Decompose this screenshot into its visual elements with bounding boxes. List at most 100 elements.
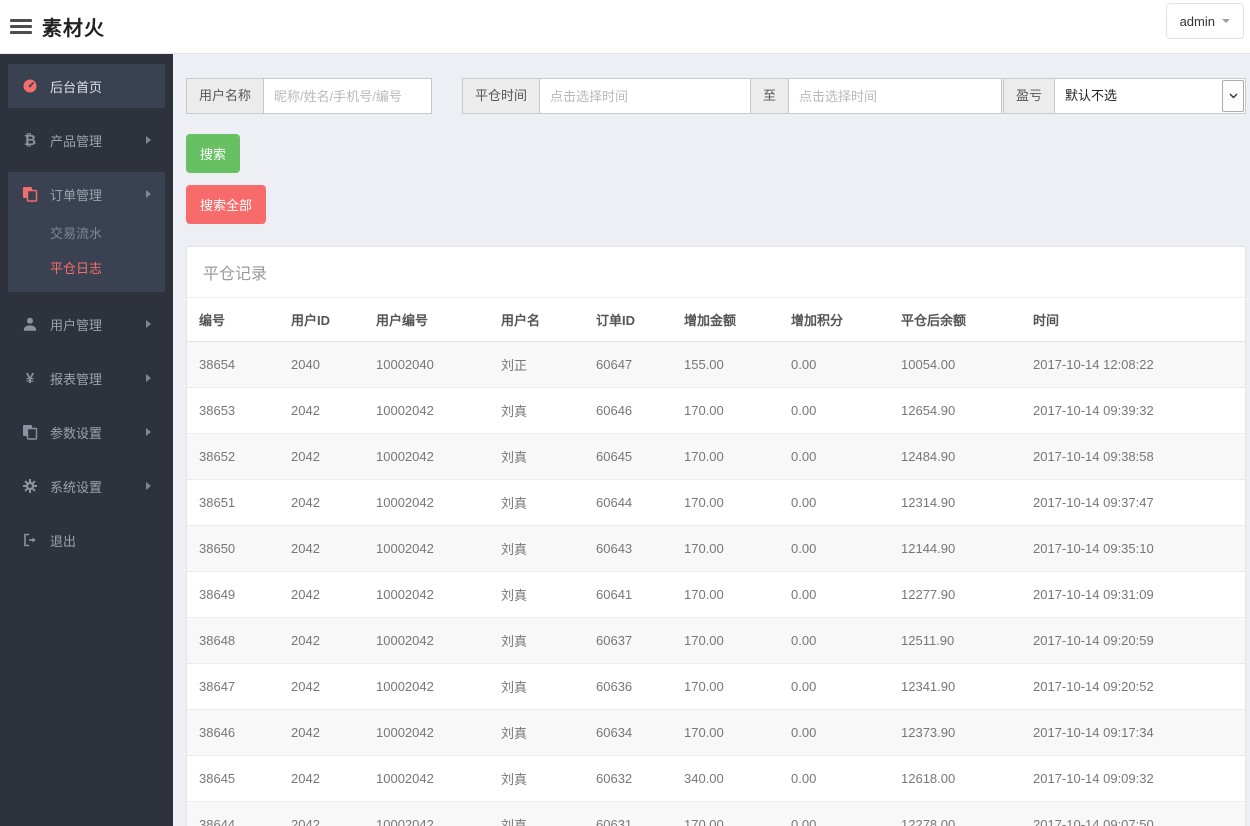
table-cell: 12277.90: [889, 571, 1021, 618]
table-row: 38646 2042 10002042 刘真 60634 170.00 0.00 12373.…: [187, 709, 1245, 756]
search-all-button[interactable]: 搜索全部: [186, 185, 267, 224]
sidebar-item-trade-flow[interactable]: 交易流水: [8, 216, 165, 251]
user-dropdown[interactable]: admin: [1165, 3, 1244, 39]
sidebar-item-system[interactable]: 系统设置: [8, 464, 165, 508]
app-window: 素材火 admin 后台首页 ₿ 产品管理 订单管理 交易流水 平仓日志 用户管…: [0, 0, 1250, 826]
table-cell: 2042: [279, 525, 364, 572]
sidebar-item-reports[interactable]: ¥ 报表管理: [8, 356, 165, 400]
table-cell: 10002042: [364, 709, 489, 756]
table-cell: 刘真: [489, 571, 584, 618]
table-column-header: 用户编号: [364, 298, 489, 342]
table-cell: 12618.00: [889, 755, 1021, 802]
table-cell: 38652: [187, 433, 279, 480]
dashboard-icon: [20, 78, 40, 94]
panel-title: 平仓记录: [203, 266, 268, 283]
table-cell: 60631: [584, 801, 672, 826]
sidebar-item-label: 产品管理: [50, 133, 103, 149]
table-row: 38653 2042 10002042 刘真 60646 170.00 0.00 12654.…: [187, 387, 1245, 434]
table-cell: 60643: [584, 525, 672, 572]
table-cell: 10002042: [364, 479, 489, 526]
table-column-header: 增加金额: [672, 298, 779, 342]
table-cell: 2042: [279, 571, 364, 618]
table-cell: 170.00: [672, 663, 779, 710]
table-cell: 2042: [279, 801, 364, 826]
sidebar-item-label: 系统设置: [50, 479, 103, 495]
sidebar-subitem-label: 交易流水: [50, 226, 103, 241]
table-cell: 0.00: [779, 433, 889, 480]
table-cell: 2042: [279, 433, 364, 480]
table-cell: 38650: [187, 525, 279, 572]
table-cell: 10002042: [364, 755, 489, 802]
table-cell: 12144.90: [889, 525, 1021, 572]
table-cell: 170.00: [672, 525, 779, 572]
table-cell: 60641: [584, 571, 672, 618]
table-column-header: 用户ID: [279, 298, 364, 342]
table-cell: 340.00: [672, 755, 779, 802]
table-cell: 刘真: [489, 755, 584, 802]
app-logo: 素材火: [42, 18, 105, 40]
table-cell: 0.00: [779, 801, 889, 826]
table-column-header: 用户名: [489, 298, 584, 342]
username-input[interactable]: [263, 78, 433, 114]
sidebar-item-label: 后台首页: [50, 79, 103, 95]
table-cell: 10002042: [364, 525, 489, 572]
table-cell: 10002042: [364, 801, 489, 826]
table-cell: 60645: [584, 433, 672, 480]
table-cell: 38651: [187, 479, 279, 526]
profit-select[interactable]: 默认不选: [1054, 78, 1246, 114]
table-cell: 2042: [279, 479, 364, 526]
table-cell: 刘真: [489, 479, 584, 526]
chevron-right-icon: [146, 428, 151, 436]
username-label: admin: [1179, 13, 1215, 29]
table-cell: 0.00: [779, 709, 889, 756]
table-cell: 刘真: [489, 801, 584, 826]
table-column-header: 平仓后余额: [889, 298, 1021, 342]
table-cell: 刘真: [489, 525, 584, 572]
table-cell: 170.00: [672, 571, 779, 618]
table-cell: 2017-10-14 09:17:34: [1021, 709, 1245, 756]
sidebar-item-close-log[interactable]: 平仓日志: [8, 251, 165, 286]
table-cell: 12278.00: [889, 801, 1021, 826]
profit-select-value: 默认不选: [1065, 88, 1118, 103]
sidebar-group-orders: 订单管理 交易流水 平仓日志: [8, 172, 165, 292]
table-cell: 60634: [584, 709, 672, 756]
sidebar-item-label: 参数设置: [50, 425, 103, 441]
sidebar-item-products[interactable]: ₿ 产品管理: [8, 118, 165, 162]
username-filter-group: 用户名称: [186, 78, 433, 114]
table-cell: 155.00: [672, 341, 779, 388]
chevron-right-icon: [146, 190, 151, 198]
table-cell: 60637: [584, 617, 672, 664]
table-cell: 38644: [187, 801, 279, 826]
hamburger-menu-icon[interactable]: [10, 16, 32, 37]
table-cell: 2017-10-14 09:20:59: [1021, 617, 1245, 664]
sidebar-item-users[interactable]: 用户管理: [8, 302, 165, 346]
table-row: 38645 2042 10002042 刘真 60632 340.00 0.00 12618.…: [187, 755, 1245, 802]
table-cell: 12373.90: [889, 709, 1021, 756]
table-cell: 170.00: [672, 479, 779, 526]
chevron-right-icon: [146, 320, 151, 328]
table-cell: 刘正: [489, 341, 584, 388]
table-cell: 2017-10-14 09:07:50: [1021, 801, 1245, 826]
chevron-right-icon: [146, 136, 151, 144]
table-cell: 12654.90: [889, 387, 1021, 434]
table-cell: 38653: [187, 387, 279, 434]
end-time-input[interactable]: [788, 78, 1003, 114]
sidebar-item-params[interactable]: 参数设置: [8, 410, 165, 454]
chevron-down-icon: [1222, 19, 1230, 23]
table-cell: 刘真: [489, 663, 584, 710]
sidebar-item-orders[interactable]: 订单管理: [8, 172, 165, 216]
yen-icon: ¥: [25, 369, 35, 387]
signout-icon: [20, 532, 40, 548]
table-cell: 60632: [584, 755, 672, 802]
table-cell: 10054.00: [889, 341, 1021, 388]
filter-toolbar: 用户名称 平仓时间 至 盈亏 默认不选: [186, 78, 1246, 114]
sidebar-item-logout[interactable]: 退出: [8, 518, 165, 562]
table-cell: 刘真: [489, 433, 584, 480]
start-time-input[interactable]: [539, 78, 752, 114]
table-cell: 2042: [279, 709, 364, 756]
search-button[interactable]: 搜索: [186, 134, 241, 173]
time-filter-group: 平仓时间 至: [462, 78, 1003, 114]
sidebar-item-home[interactable]: 后台首页: [8, 64, 165, 108]
table-row: 38644 2042 10002042 刘真 60631 170.00 0.00 12278.…: [187, 801, 1245, 826]
user-icon: [20, 316, 40, 332]
